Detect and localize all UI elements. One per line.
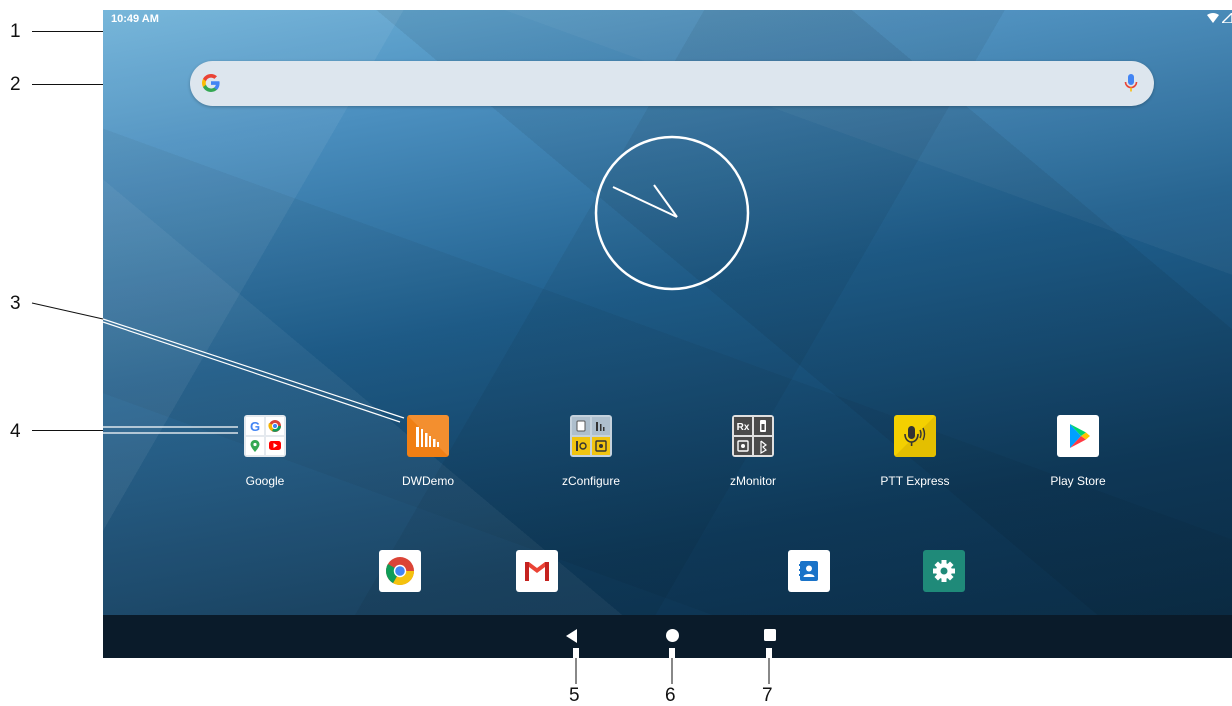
leader-line-3 — [31, 302, 772, 684]
